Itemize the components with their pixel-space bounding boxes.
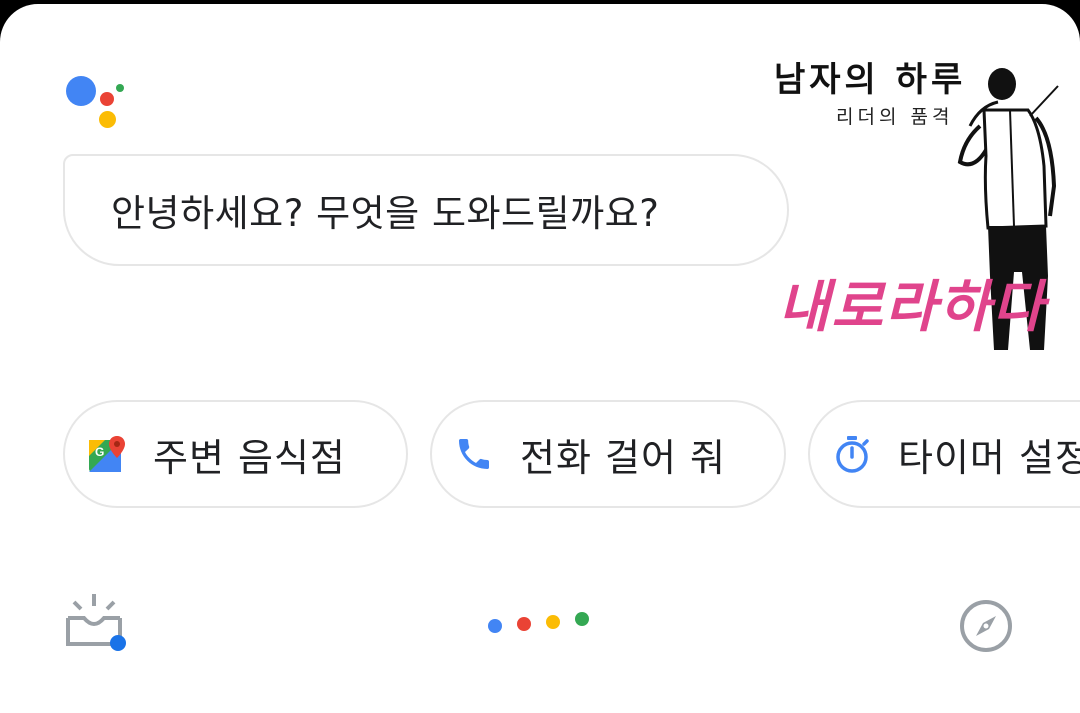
snapshot-tray-icon[interactable] xyxy=(64,594,130,656)
watermark: 남자의 하루 리더의 품격 내로라하다 xyxy=(760,42,1080,350)
svg-text:G: G xyxy=(95,445,104,459)
suggestion-chips: G 주변 음식점 전화 걸어 줘 타이머 설정 xyxy=(63,400,1080,508)
timer-icon xyxy=(832,434,872,474)
explore-compass-icon[interactable] xyxy=(958,598,1014,654)
assistant-dots-icon[interactable] xyxy=(486,610,596,636)
suggestion-chip-timer[interactable]: 타이머 설정 xyxy=(808,400,1080,508)
phone-icon xyxy=(454,434,494,474)
assistant-sheet: 안녕하세요? 무엇을 도와드릴까요? 남자의 하루 리더의 품격 내로라하다 G… xyxy=(0,4,1080,713)
assistant-logo-icon xyxy=(62,72,132,132)
suggestion-chip-restaurants[interactable]: G 주변 음식점 xyxy=(63,400,408,508)
chip-label: 전화 걸어 줘 xyxy=(520,435,726,480)
chip-label: 타이머 설정 xyxy=(898,435,1080,480)
watermark-tagline: 내로라하다 xyxy=(778,275,1046,340)
suggestion-chip-call[interactable]: 전화 걸어 줘 xyxy=(430,400,786,508)
chip-label: 주변 음식점 xyxy=(153,435,346,480)
watermark-title: 남자의 하루 xyxy=(774,60,967,100)
maps-icon: G xyxy=(87,434,127,474)
greeting-bubble: 안녕하세요? 무엇을 도와드릴까요? xyxy=(63,154,789,266)
watermark-subtitle: 리더의 품격 xyxy=(836,106,954,128)
greeting-text: 안녕하세요? 무엇을 도와드릴까요? xyxy=(111,192,660,235)
